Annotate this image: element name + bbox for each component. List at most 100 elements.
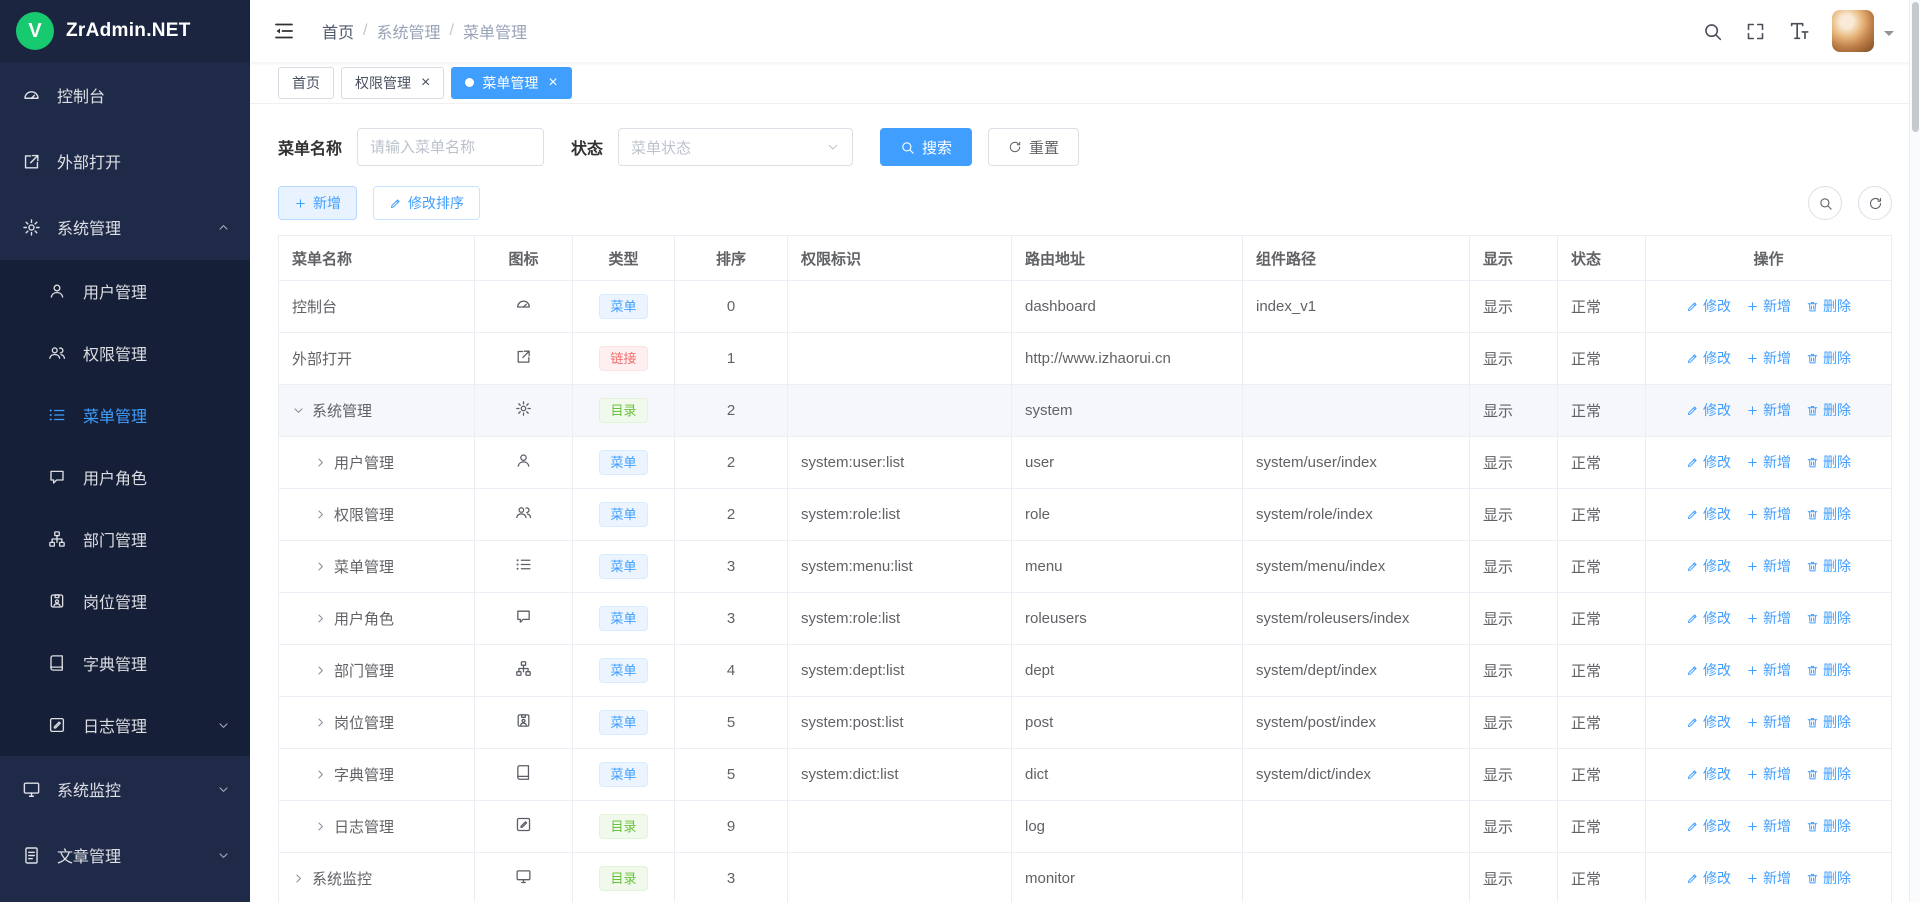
- edit-link[interactable]: 修改: [1686, 712, 1731, 732]
- edit-link[interactable]: 修改: [1686, 660, 1731, 680]
- delete-link[interactable]: 删除: [1806, 868, 1851, 888]
- tree-node[interactable]: 部门管理: [292, 660, 461, 681]
- edit-link[interactable]: 修改: [1686, 764, 1731, 784]
- logo[interactable]: V ZrAdmin.NET: [0, 0, 250, 62]
- sort-value: 4: [675, 645, 788, 697]
- sidebar-item-monitor[interactable]: 系统监控: [0, 756, 250, 822]
- add-link[interactable]: 新增: [1746, 868, 1791, 888]
- delete-link[interactable]: 删除: [1806, 556, 1851, 576]
- delete-link[interactable]: 删除: [1806, 400, 1851, 420]
- chevron-right-icon: [314, 768, 327, 781]
- breadcrumb-item[interactable]: 首页: [322, 19, 354, 43]
- user-menu-caret-icon[interactable]: [1884, 31, 1894, 41]
- column-header[interactable]: 类型: [573, 236, 675, 281]
- tab-权限管理[interactable]: 权限管理 ×: [341, 67, 444, 99]
- add-link[interactable]: 新增: [1746, 660, 1791, 680]
- edit-link[interactable]: 修改: [1686, 452, 1731, 472]
- column-header[interactable]: 菜单名称: [279, 236, 475, 281]
- tree-node[interactable]: 字典管理: [292, 764, 461, 785]
- delete-link[interactable]: 删除: [1806, 504, 1851, 524]
- add-link[interactable]: 新增: [1746, 712, 1791, 732]
- font-size-icon[interactable]: [1788, 20, 1810, 42]
- delete-link[interactable]: 删除: [1806, 608, 1851, 628]
- tree-node[interactable]: 系统监控: [292, 868, 461, 889]
- breadcrumb-item[interactable]: 系统管理: [376, 19, 440, 43]
- add-link[interactable]: 新增: [1746, 400, 1791, 420]
- column-header[interactable]: 操作: [1646, 236, 1892, 281]
- delete-link[interactable]: 删除: [1806, 816, 1851, 836]
- tree-node[interactable]: 权限管理: [292, 504, 461, 525]
- collapse-sidebar-icon[interactable]: [272, 19, 296, 43]
- search-icon[interactable]: [1702, 21, 1723, 42]
- edit-link[interactable]: 修改: [1686, 296, 1731, 316]
- sidebar-item-article[interactable]: 文章管理: [0, 822, 250, 888]
- scrollbar-thumb[interactable]: [1912, 2, 1919, 132]
- tree-node[interactable]: 岗位管理: [292, 712, 461, 733]
- component-value: system/post/index: [1243, 697, 1470, 749]
- add-link[interactable]: 新增: [1746, 556, 1791, 576]
- fullscreen-icon[interactable]: [1745, 21, 1766, 42]
- tree-node[interactable]: 菜单管理: [292, 556, 461, 577]
- close-tab-icon[interactable]: ×: [421, 75, 430, 91]
- column-header[interactable]: 组件路径: [1243, 236, 1470, 281]
- menu-name-input[interactable]: [357, 128, 544, 166]
- breadcrumb-separator: /: [363, 22, 367, 40]
- sidebar-item-log[interactable]: 日志管理: [0, 694, 250, 756]
- status-select[interactable]: 菜单状态: [618, 128, 853, 166]
- sidebar-item-dict[interactable]: 字典管理: [0, 632, 250, 694]
- sidebar-item-dashboard[interactable]: 控制台: [0, 62, 250, 128]
- close-tab-icon[interactable]: ×: [548, 75, 557, 91]
- reset-button[interactable]: 重置: [988, 128, 1079, 166]
- column-header[interactable]: 权限标识: [788, 236, 1012, 281]
- column-header[interactable]: 路由地址: [1012, 236, 1243, 281]
- edit-link[interactable]: 修改: [1686, 400, 1731, 420]
- column-header[interactable]: 显示: [1470, 236, 1558, 281]
- add-link[interactable]: 新增: [1746, 504, 1791, 524]
- breadcrumb-item[interactable]: 菜单管理: [463, 19, 527, 43]
- add-button[interactable]: 新增: [278, 186, 357, 220]
- edit-link[interactable]: 修改: [1686, 556, 1731, 576]
- edit-link[interactable]: 修改: [1686, 504, 1731, 524]
- delete-link[interactable]: 删除: [1806, 452, 1851, 472]
- tab-菜单管理[interactable]: 菜单管理 ×: [451, 67, 571, 99]
- edit-link[interactable]: 修改: [1686, 816, 1731, 836]
- sidebar-item-label: 用户管理: [83, 279, 147, 303]
- tab-首页[interactable]: 首页: [278, 67, 334, 99]
- tree-node[interactable]: 系统管理: [292, 400, 461, 421]
- add-link[interactable]: 新增: [1746, 764, 1791, 784]
- sidebar-item-external[interactable]: 外部打开: [0, 128, 250, 194]
- tree-node[interactable]: 用户角色: [292, 608, 461, 629]
- sidebar-item-user[interactable]: 用户管理: [0, 260, 250, 322]
- delete-link[interactable]: 删除: [1806, 348, 1851, 368]
- table-refresh-button[interactable]: [1858, 186, 1892, 220]
- delete-link[interactable]: 删除: [1806, 764, 1851, 784]
- table-search-button[interactable]: [1808, 186, 1842, 220]
- add-link[interactable]: 新增: [1746, 296, 1791, 316]
- sidebar-item-roleusers[interactable]: 用户角色: [0, 446, 250, 508]
- add-link[interactable]: 新增: [1746, 348, 1791, 368]
- tree-node[interactable]: 日志管理: [292, 816, 461, 837]
- sort-value: 0: [675, 281, 788, 333]
- column-header[interactable]: 排序: [675, 236, 788, 281]
- sidebar-item-dept[interactable]: 部门管理: [0, 508, 250, 570]
- sidebar-item-role[interactable]: 权限管理: [0, 322, 250, 384]
- edit-link[interactable]: 修改: [1686, 868, 1731, 888]
- search-button[interactable]: 搜索: [880, 128, 972, 166]
- vertical-scrollbar[interactable]: [1909, 0, 1920, 902]
- sidebar-item-system[interactable]: 系统管理: [0, 194, 250, 260]
- tree-node[interactable]: 用户管理: [292, 452, 461, 473]
- delete-link[interactable]: 删除: [1806, 660, 1851, 680]
- delete-link[interactable]: 删除: [1806, 296, 1851, 316]
- avatar[interactable]: [1832, 10, 1874, 52]
- sidebar-item-menu[interactable]: 菜单管理: [0, 384, 250, 446]
- add-link[interactable]: 新增: [1746, 816, 1791, 836]
- add-link[interactable]: 新增: [1746, 608, 1791, 628]
- edit-link[interactable]: 修改: [1686, 348, 1731, 368]
- edit-sort-button[interactable]: 修改排序: [373, 186, 480, 220]
- delete-link[interactable]: 删除: [1806, 712, 1851, 732]
- sidebar-item-post[interactable]: 岗位管理: [0, 570, 250, 632]
- edit-link[interactable]: 修改: [1686, 608, 1731, 628]
- add-link[interactable]: 新增: [1746, 452, 1791, 472]
- column-header[interactable]: 图标: [475, 236, 573, 281]
- column-header[interactable]: 状态: [1558, 236, 1646, 281]
